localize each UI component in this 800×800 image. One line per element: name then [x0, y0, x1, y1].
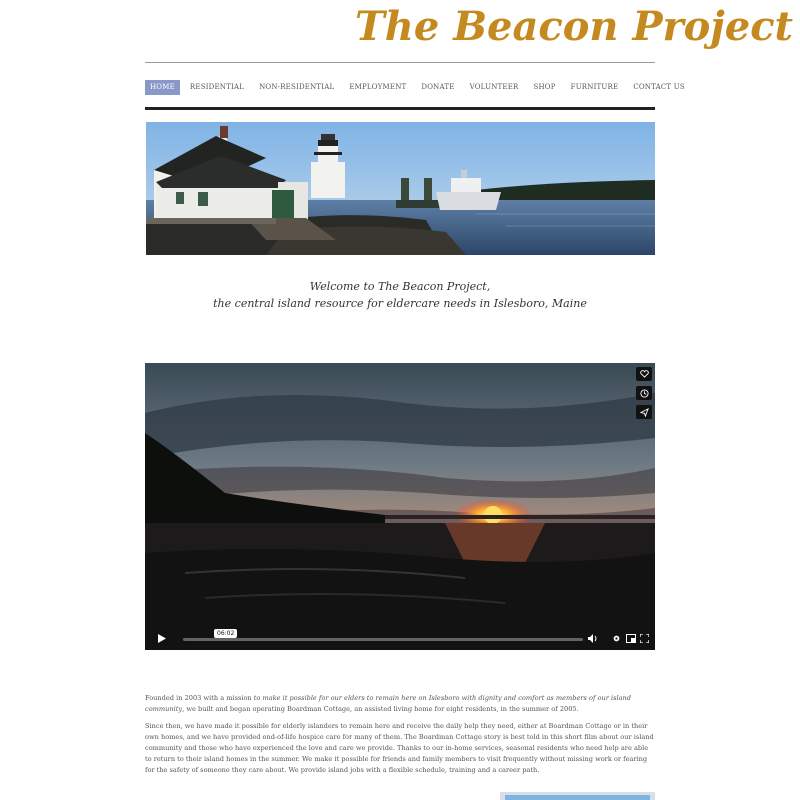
watch-later-button[interactable]: [636, 386, 652, 400]
nav-item-non-residential[interactable]: NON-RESIDENTIAL: [254, 80, 339, 95]
settings-icon[interactable]: [612, 634, 621, 643]
fullscreen-icon[interactable]: [640, 634, 649, 643]
history-paragraph: Since then, we have made it possible for…: [145, 722, 654, 774]
welcome-message: Welcome to The Beacon Project, the centr…: [145, 278, 655, 312]
intro-paragraph: Founded in 2003 with a mission to make i…: [145, 694, 632, 713]
send-icon: [639, 407, 649, 417]
hero-image: [146, 122, 655, 255]
welcome-line-2: the central island resource for eldercar…: [213, 297, 587, 310]
video-controls: 06:02: [145, 628, 655, 650]
nav-item-contact-us[interactable]: CONTACT US: [628, 80, 690, 95]
clock-icon: [639, 388, 649, 398]
thumbnail-image: [500, 792, 655, 800]
header-divider: [145, 62, 655, 63]
nav-item-home[interactable]: HOME: [145, 80, 180, 95]
volume-icon[interactable]: [588, 634, 598, 643]
nav-item-residential[interactable]: RESIDENTIAL: [185, 80, 249, 95]
nav-item-furniture[interactable]: FURNITURE: [566, 80, 624, 95]
site-title[interactable]: The Beacon Project: [355, 2, 793, 52]
main-nav: HOME RESIDENTIAL NON-RESIDENTIAL EMPLOYM…: [145, 80, 695, 95]
like-button[interactable]: [636, 367, 652, 381]
nav-item-donate[interactable]: DONATE: [416, 80, 459, 95]
nav-item-volunteer[interactable]: VOLUNTEER: [465, 80, 524, 95]
pip-icon[interactable]: [626, 634, 636, 643]
nav-item-employment[interactable]: EMPLOYMENT: [344, 80, 411, 95]
share-button[interactable]: [636, 405, 652, 419]
heart-icon: [639, 370, 649, 378]
video-player[interactable]: 06:02: [145, 363, 655, 650]
nav-divider: [145, 107, 655, 110]
nav-item-shop[interactable]: SHOP: [528, 80, 560, 95]
welcome-line-1: Welcome to The Beacon Project,: [309, 280, 491, 293]
progress-bar[interactable]: 06:02: [183, 629, 583, 641]
video-frame: [145, 363, 655, 650]
play-icon[interactable]: [158, 634, 166, 643]
timecode: 06:02: [214, 629, 238, 638]
